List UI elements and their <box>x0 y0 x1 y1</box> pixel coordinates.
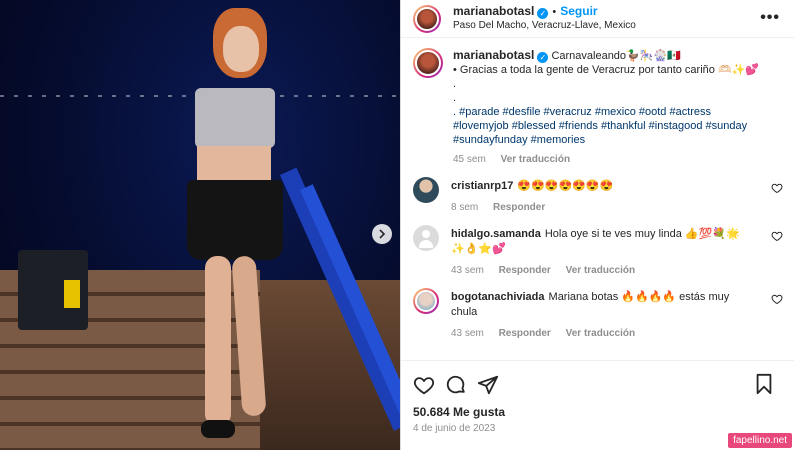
caption-title: Carnavaleando🦆🎠🎡🇲🇽 <box>551 50 681 62</box>
caption-hashtags[interactable]: #lovemyjob #blessed #friends #thankful #… <box>453 119 783 133</box>
share-icon <box>477 375 499 395</box>
comment-text: 😍😍😍😍😍😍😍 <box>517 180 614 192</box>
reply-button[interactable]: Responder <box>499 265 551 276</box>
separator-dot: • <box>552 6 557 18</box>
heart-icon <box>771 294 783 305</box>
comment-icon <box>446 375 465 394</box>
caption-avatar[interactable] <box>413 48 443 78</box>
comment-item: bogotanachiviada Mariana botas 🔥🔥🔥🔥 estás… <box>413 288 783 341</box>
figure-leg-right <box>231 255 267 417</box>
like-comment-button[interactable] <box>771 293 783 305</box>
post-header: marianabotasl ✓ • Seguir Paso Del Macho, Ve… <box>401 0 794 38</box>
heart-icon <box>413 377 435 395</box>
post-actions: 50.684 Me gusta 4 de junio de 2023 <box>401 360 794 434</box>
verified-badge-icon: ✓ <box>537 52 549 63</box>
post-date[interactable]: 4 de junio de 2023 <box>413 423 783 434</box>
next-arrow-icon <box>379 229 386 239</box>
translate-button[interactable]: Ver traducción <box>501 154 570 165</box>
translate-button[interactable]: Ver traducción <box>566 265 635 276</box>
caption-hashtags[interactable]: . #parade #desfile #veracruz #mexico #oo… <box>453 105 783 119</box>
like-comment-button[interactable] <box>771 182 783 194</box>
next-photo-button[interactable] <box>372 224 392 244</box>
caption-time[interactable]: 45 sem <box>453 154 486 165</box>
action-icons <box>413 373 783 397</box>
watermark: fapellino.net <box>728 433 792 448</box>
heart-icon <box>771 231 783 242</box>
more-options-icon[interactable]: ••• <box>760 9 780 27</box>
post-location[interactable]: Paso Del Macho, Veracruz-Llave, Mexico <box>453 19 636 32</box>
comment-time[interactable]: 8 sem <box>451 202 478 213</box>
caption-text: marianabotasl ✓ Carnavaleando🦆🎠🎡🇲🇽 • Grac… <box>453 48 783 167</box>
commenter-avatar[interactable] <box>413 225 439 251</box>
comment-time[interactable]: 43 sem <box>451 265 484 276</box>
comment-username[interactable]: hidalgo.samanda <box>451 228 541 240</box>
comment-item: cristianrp17 😍😍😍😍😍😍😍 8 sem Responder <box>413 177 783 215</box>
caption-meta: 45 sem Ver traducción <box>453 153 783 167</box>
figure-face <box>223 26 259 72</box>
post-photo[interactable] <box>0 0 400 450</box>
figure-skirt <box>187 180 283 260</box>
stage-speaker <box>18 250 88 330</box>
commenter-avatar[interactable] <box>413 288 439 314</box>
comment-meta: 43 sem Responder Ver traducción <box>451 326 751 341</box>
comment-meta: 43 sem Responder Ver traducción <box>451 263 751 278</box>
figure-shoe <box>201 420 235 438</box>
reply-button[interactable]: Responder <box>499 328 551 339</box>
share-button[interactable] <box>477 374 499 396</box>
caption-line: • Gracias a toda la gente de Veracruz po… <box>453 64 760 76</box>
comments-list[interactable]: marianabotasl ✓ Carnavaleando🦆🎠🎡🇲🇽 • Grac… <box>401 38 794 360</box>
caption-username[interactable]: marianabotasl <box>453 48 534 62</box>
verified-badge-icon: ✓ <box>537 8 549 19</box>
figure-leg-left <box>205 256 231 426</box>
comment-body: hidalgo.samanda Hola oye si te ves muy li… <box>451 227 751 278</box>
author-username[interactable]: marianabotasl <box>453 4 534 18</box>
post-panel: marianabotasl ✓ • Seguir Paso Del Macho, Ve… <box>400 0 794 450</box>
comment-username[interactable]: cristianrp17 <box>451 180 513 192</box>
comment-meta: 8 sem Responder <box>451 200 751 215</box>
heart-icon <box>771 183 783 194</box>
caption-dot: . <box>453 78 457 90</box>
figure-top <box>195 88 275 148</box>
comment-username[interactable]: bogotanachiviada <box>451 291 545 303</box>
comment-item: hidalgo.samanda Hola oye si te ves muy li… <box>413 225 783 278</box>
author-avatar[interactable] <box>413 4 441 33</box>
comment-time[interactable]: 43 sem <box>451 328 484 339</box>
like-button[interactable] <box>413 374 435 396</box>
follow-button[interactable]: Seguir <box>560 4 597 18</box>
author-meta: marianabotasl ✓ • Seguir Paso Del Macho, Ve… <box>453 5 636 32</box>
caption-dot: . <box>453 92 457 104</box>
bookmark-icon <box>756 373 772 395</box>
caption-hashtags[interactable]: #sundayfunday #memories <box>453 133 783 147</box>
translate-button[interactable]: Ver traducción <box>566 328 635 339</box>
like-comment-button[interactable] <box>771 230 783 242</box>
reply-button[interactable]: Responder <box>493 202 545 213</box>
comment-body: bogotanachiviada Mariana botas 🔥🔥🔥🔥 estás… <box>451 290 751 341</box>
likes-count[interactable]: 50.684 Me gusta <box>413 405 783 419</box>
post-caption: marianabotasl ✓ Carnavaleando🦆🎠🎡🇲🇽 • Grac… <box>413 48 783 179</box>
save-button[interactable] <box>753 373 775 395</box>
comment-button[interactable] <box>445 374 467 396</box>
person-figure <box>175 8 295 448</box>
comment-body: cristianrp17 😍😍😍😍😍😍😍 8 sem Responder <box>451 179 751 215</box>
commenter-avatar[interactable] <box>413 177 439 203</box>
